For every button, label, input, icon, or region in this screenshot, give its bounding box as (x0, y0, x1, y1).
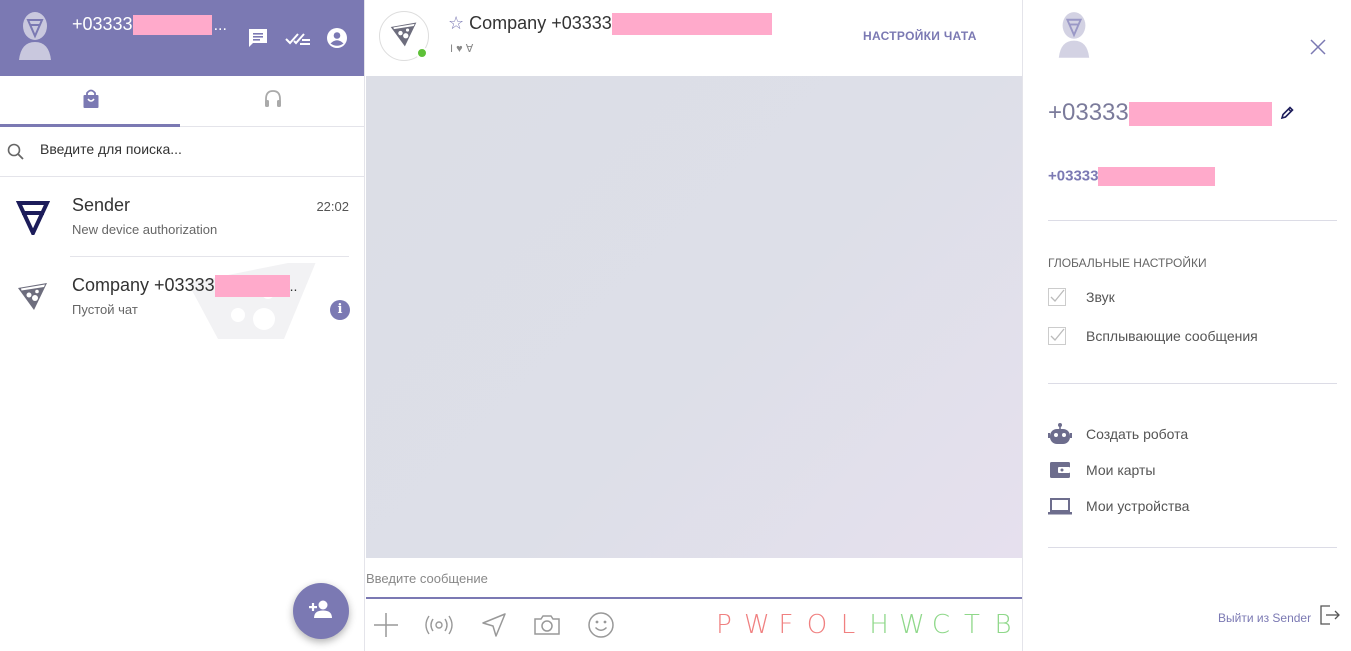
letter-button[interactable]: T (961, 610, 983, 640)
letter-button[interactable]: P (713, 610, 735, 640)
letter-button[interactable]: H (868, 610, 890, 640)
message-input[interactable] (366, 571, 1006, 586)
message-area (366, 76, 1022, 558)
sender-logo-icon (15, 199, 51, 238)
plus-icon[interactable] (371, 610, 401, 640)
menu-my-devices[interactable]: Мои устройства (1048, 494, 1189, 518)
sound-checkbox[interactable] (1048, 288, 1066, 306)
left-panel: +03333... Введите для поиска... Sender N… (0, 0, 365, 651)
details-phone-secondary-text: +03333 (1048, 167, 1099, 185)
letter-button[interactable]: L (837, 610, 859, 640)
chat-name: Company +03333.. (72, 275, 298, 298)
wallet-icon (1048, 458, 1072, 482)
letter-button[interactable]: W (899, 610, 925, 640)
search-icon (7, 143, 24, 165)
redaction-block (611, 13, 772, 36)
logout-button[interactable]: Выйти из Sender (1218, 604, 1341, 631)
divider (1048, 220, 1337, 221)
add-contact-button[interactable] (293, 583, 349, 639)
emoji-icon[interactable] (586, 610, 616, 640)
search-bar (0, 127, 364, 177)
profile-ellipsis: ... (213, 17, 227, 34)
popup-messages-checkbox[interactable] (1048, 327, 1066, 345)
chat-name-text: Company +03333 (72, 275, 215, 295)
camera-icon[interactable] (532, 610, 562, 640)
tab-chats[interactable] (0, 76, 182, 126)
star-icon[interactable]: ☆ (448, 13, 464, 33)
menu-label: Создать робота (1086, 426, 1189, 442)
redaction-block (1128, 101, 1272, 126)
online-status-indicator (416, 47, 428, 59)
chat-list-item-company[interactable]: Company +03333.. Пустой чат i (0, 257, 364, 339)
menu-label: Мои карты (1086, 462, 1156, 478)
letter-button[interactable]: C (930, 610, 952, 640)
details-phone: +03333 (1048, 99, 1272, 127)
composer-underline (366, 597, 1022, 599)
read-all-icon[interactable] (285, 26, 310, 50)
details-panel: +03333 +03333 ГЛОБАЛЬНЫЕ НАСТРОЙКИ Звук … (1022, 0, 1351, 651)
chat-time: 22:02 (316, 199, 349, 214)
letter-button[interactable]: O (806, 610, 828, 640)
redaction-block (214, 275, 290, 298)
search-input[interactable] (40, 141, 340, 157)
info-icon[interactable]: i (330, 300, 350, 320)
shopping-bag-icon (82, 89, 100, 114)
composer: PWFOLHWCTB (366, 558, 1022, 651)
app-root: +03333... Введите для поиска... Sender N… (0, 0, 1351, 651)
letter-button[interactable]: B (992, 610, 1014, 640)
letter-buttons: PWFOLHWCTB (704, 610, 1014, 640)
tab-support[interactable] (182, 76, 364, 126)
pizza-icon (16, 279, 50, 315)
chat-list-item-sender[interactable]: Sender New device authorization 22:02 (0, 177, 364, 257)
account-icon[interactable] (325, 26, 349, 50)
chat-status: I ♥ ∀ (450, 43, 474, 55)
divider (1048, 547, 1337, 548)
chat-last-message: Пустой чат (72, 302, 138, 317)
chat-header: ☆ Company +03333 I ♥ ∀ НАСТРОЙКИ ЧАТА (366, 0, 1022, 76)
details-phone-text: +03333 (1048, 99, 1129, 126)
sound-setting[interactable]: Звук (1048, 288, 1115, 306)
divider (1048, 383, 1337, 384)
tabs (0, 76, 364, 127)
location-icon[interactable] (479, 610, 509, 640)
popup-messages-setting[interactable]: Всплывающие сообщения (1048, 327, 1258, 345)
redaction-block (1098, 167, 1216, 186)
chat-settings-button[interactable]: НАСТРОЙКИ ЧАТА (863, 29, 977, 43)
close-icon[interactable] (1309, 38, 1327, 56)
popup-messages-label: Всплывающие сообщения (1086, 328, 1258, 344)
profile-avatar[interactable] (15, 10, 55, 60)
details-phone-secondary: +03333 (1048, 167, 1216, 186)
pizza-icon (389, 19, 419, 54)
logout-label: Выйти из Sender (1218, 610, 1312, 625)
menu-my-cards[interactable]: Мои карты (1048, 458, 1156, 482)
profile-phone-text: +03333 (72, 14, 133, 34)
laptop-icon (1048, 494, 1072, 518)
profile-phone: +03333... (72, 14, 227, 36)
details-avatar (1055, 10, 1093, 58)
robot-icon (1048, 422, 1072, 446)
chat-name: Sender (72, 195, 131, 215)
global-settings-heading: ГЛОБАЛЬНЫЕ НАСТРОЙКИ (1048, 256, 1207, 270)
letter-button[interactable]: W (744, 610, 770, 640)
chat-panel: ☆ Company +03333 I ♥ ∀ НАСТРОЙКИ ЧАТА Вв… (366, 0, 1022, 651)
broadcast-icon[interactable] (424, 610, 454, 640)
logout-icon (1319, 604, 1341, 631)
menu-label: Мои устройства (1086, 498, 1190, 514)
chat-title-text: Company +03333 (469, 13, 612, 33)
headset-icon (263, 89, 283, 114)
chat-title: ☆ Company +03333 (448, 13, 772, 36)
add-contact-icon (308, 599, 334, 624)
redaction-block (132, 15, 212, 36)
profile-header: +03333... (0, 0, 364, 76)
edit-icon[interactable] (1280, 106, 1294, 125)
chat-name-ellipsis: .. (289, 278, 298, 294)
letter-button[interactable]: F (775, 610, 797, 640)
sound-label: Звук (1086, 289, 1115, 305)
chat-last-message: New device authorization (72, 222, 218, 237)
chat-icon[interactable] (246, 26, 270, 50)
menu-create-robot[interactable]: Создать робота (1048, 422, 1188, 446)
